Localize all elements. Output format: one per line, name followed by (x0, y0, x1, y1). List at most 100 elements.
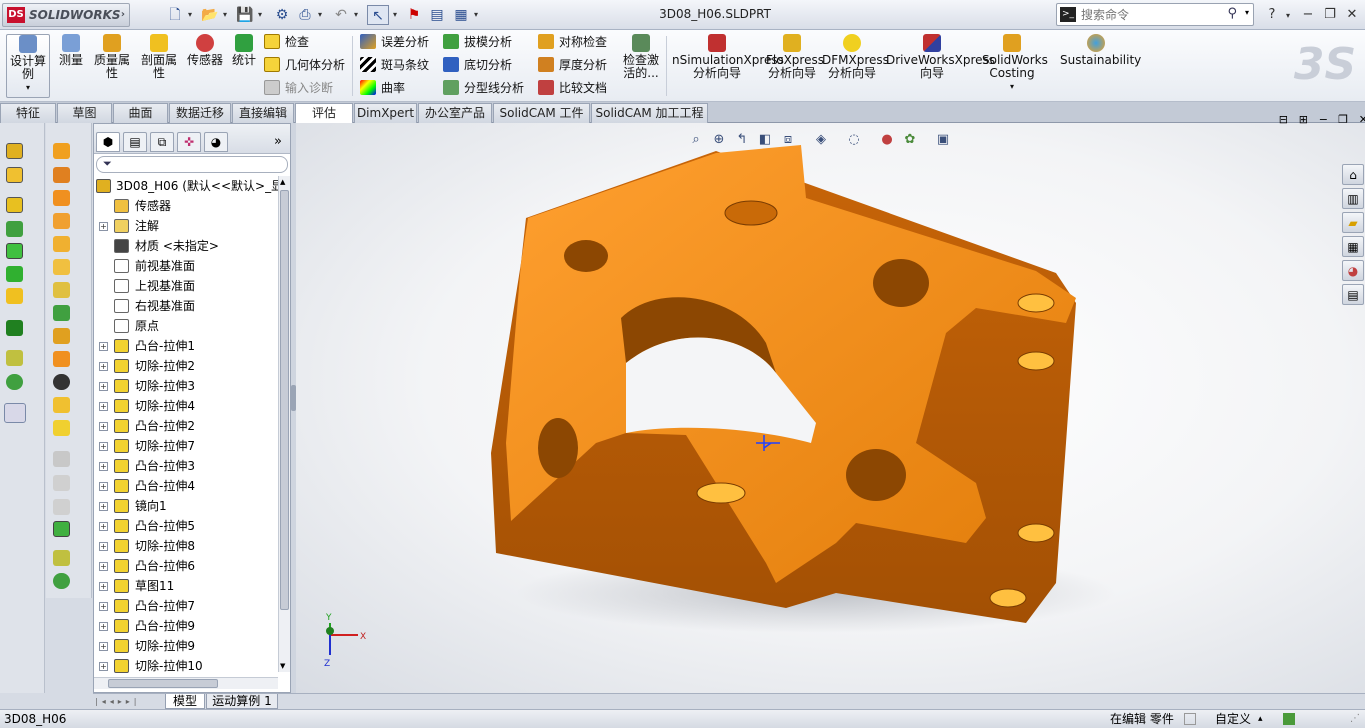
expand-icon[interactable]: + (99, 402, 108, 411)
tab-solidcam-machining[interactable]: SolidCAM 加工工程 (591, 103, 708, 123)
feature-h-icon[interactable] (53, 305, 70, 321)
deviation-analysis-button[interactable]: 误差分析 (360, 32, 429, 52)
feature-p-icon[interactable] (53, 499, 70, 515)
tab-dimxpert[interactable]: DimXpert (354, 103, 417, 123)
save-dropdown-icon[interactable]: ▾ (256, 5, 264, 25)
check-active-document-button[interactable]: 检查激活的... (620, 34, 662, 80)
feature-c-icon[interactable] (53, 190, 70, 206)
expand-icon[interactable]: + (99, 462, 108, 471)
statistics-button[interactable]: 统计 (229, 34, 259, 67)
tree-item[interactable]: + 切除-拉伸7 (94, 436, 278, 456)
tree-horizontal-scrollbar[interactable] (94, 677, 278, 689)
tree-item[interactable]: + 草图11 (94, 576, 278, 596)
featuremanager-tab-icon[interactable]: ⬢ (96, 132, 120, 152)
tab-evaluate[interactable]: 评估 (295, 103, 353, 124)
expand-icon[interactable]: + (99, 602, 108, 611)
hscroll-thumb[interactable] (108, 679, 218, 688)
feature-m-icon[interactable] (53, 420, 70, 436)
expand-icon[interactable]: + (99, 562, 108, 571)
select-dropdown-icon[interactable]: ▾ (391, 5, 399, 25)
fillet-icon[interactable] (6, 288, 23, 304)
tab-surfaces[interactable]: 曲面 (113, 103, 168, 123)
minimize-icon[interactable]: − (1298, 6, 1318, 24)
tab-direct-editing[interactable]: 直接编辑 (232, 103, 294, 123)
expand-icon[interactable]: + (99, 582, 108, 591)
tree-item[interactable]: + 切除-拉伸3 (94, 376, 278, 396)
options-icon[interactable]: ⚙ (271, 5, 293, 25)
pattern-icon[interactable] (6, 320, 23, 336)
tab-solidcam-stock[interactable]: SolidCAM 工件 (493, 103, 590, 123)
tree-item[interactable]: + 切除-拉伸2 (94, 356, 278, 376)
feature-f-icon[interactable] (53, 259, 70, 275)
design-study-button[interactable]: 设计算例 ▾ (6, 34, 50, 98)
tab-scroll-arrows-icon[interactable]: |◂◂▸▸| (95, 695, 161, 708)
mass-properties-button[interactable]: 质量属性 (90, 34, 134, 80)
feature-j-icon[interactable] (53, 351, 70, 367)
open-dropdown-icon[interactable]: ▾ (221, 5, 229, 25)
tree-vertical-scrollbar[interactable]: ▲ ▼ (278, 176, 290, 672)
status-units[interactable]: 自定义 (1215, 710, 1251, 728)
search-dropdown-icon[interactable]: ▾ (1245, 8, 1249, 17)
tree-item[interactable]: + 注解 (94, 216, 278, 236)
search-input[interactable] (1081, 6, 1231, 23)
undercut-analysis-button[interactable]: 底切分析 (443, 55, 512, 75)
options-dropdown-icon[interactable]: ▾ (472, 5, 480, 25)
tree-item[interactable]: + 凸台-拉伸2 (94, 416, 278, 436)
tab-data-migration[interactable]: 数据迁移 (169, 103, 231, 123)
graphics-area[interactable]: ⌕ ⊕ ↰ ◧ ⧈ ◈ ◌ ● ✿ ▣ ⊟ ⊞ − ❐ ✕ ⌂ ▥ ▰ ▦ ◕ ▤ (296, 113, 1365, 693)
tree-item[interactable]: + 切除-拉伸4 (94, 396, 278, 416)
search-icon[interactable]: ⚲ (1227, 6, 1237, 21)
tree-item[interactable]: + 凸台-拉伸7 (94, 596, 278, 616)
sustainability-button[interactable]: Sustainability (1060, 34, 1141, 67)
options-panel-icon[interactable]: ▦ (450, 5, 472, 25)
tree-item[interactable]: 右视基准面 (94, 296, 278, 316)
tree-item[interactable]: 材质 <未指定> (94, 236, 278, 256)
expand-panel-icon[interactable]: » (274, 134, 282, 149)
feature-b-icon[interactable] (53, 167, 70, 183)
tree-item[interactable]: + 凸台-拉伸1 (94, 336, 278, 356)
tree-item[interactable]: 前视基准面 (94, 256, 278, 276)
simulationxpress-button[interactable]: nSimulationXpress 分析向导 (672, 34, 784, 80)
close-icon[interactable]: ✕ (1342, 6, 1362, 24)
tab-features[interactable]: 特征 (0, 103, 56, 123)
print-dropdown-icon[interactable]: ▾ (316, 5, 324, 25)
tree-item[interactable]: + 镜向1 (94, 496, 278, 516)
expand-icon[interactable]: + (99, 662, 108, 671)
tree-item[interactable]: 上视基准面 (94, 276, 278, 296)
expand-icon[interactable]: + (99, 482, 108, 491)
tree-item[interactable]: + 凸台-拉伸9 (94, 616, 278, 636)
tree-item[interactable]: + 凸台-拉伸3 (94, 456, 278, 476)
feature-d-icon[interactable] (53, 213, 70, 229)
tree-filter[interactable]: ⏷ (96, 156, 288, 173)
sketch-tool-icon[interactable] (6, 143, 23, 159)
propertymanager-tab-icon[interactable]: ▤ (123, 132, 147, 152)
symmetry-check-button[interactable]: 对称检查 (538, 32, 607, 52)
undo-icon[interactable]: ↶ (330, 5, 352, 25)
instant3d-icon[interactable] (4, 403, 26, 423)
costing-button[interactable]: SolidWorks Costing ▾ (982, 34, 1048, 93)
measure-button[interactable]: 测量 (56, 34, 86, 67)
new-file-icon[interactable]: 🗋 (164, 5, 186, 25)
scroll-up-icon[interactable]: ▲ (280, 178, 285, 186)
feature-g-icon[interactable] (53, 282, 70, 298)
expand-icon[interactable]: + (99, 502, 108, 511)
rebuild-icon[interactable]: ⚑ (403, 5, 425, 25)
feature-i-icon[interactable] (53, 328, 70, 344)
check-button[interactable]: 检查 (264, 32, 309, 52)
restore-icon[interactable]: ❐ (1320, 6, 1340, 24)
draft-analysis-button[interactable]: 拔模分析 (443, 32, 512, 52)
resize-grip-icon[interactable]: ⋰ (1350, 710, 1360, 728)
section-properties-button[interactable]: 剖面属性 (137, 34, 181, 80)
tab-sketch[interactable]: 草图 (57, 103, 112, 123)
expand-icon[interactable]: + (99, 622, 108, 631)
curvature-button[interactable]: 曲率 (360, 78, 405, 98)
display-manager-tab-icon[interactable]: ◕ (204, 132, 228, 152)
dfmxpress-button[interactable]: DFMXpress 分析向导 (822, 34, 889, 80)
tab-motion-study[interactable]: 运动算例 1 (206, 694, 278, 709)
extrude-icon[interactable] (6, 197, 23, 213)
tab-model[interactable]: 模型 (165, 694, 205, 709)
feature-k-icon[interactable] (53, 374, 70, 390)
geometry-analysis-button[interactable]: 几何体分析 (264, 55, 345, 75)
reference-geometry-icon[interactable] (6, 350, 23, 366)
feature-s-icon[interactable] (53, 573, 70, 589)
